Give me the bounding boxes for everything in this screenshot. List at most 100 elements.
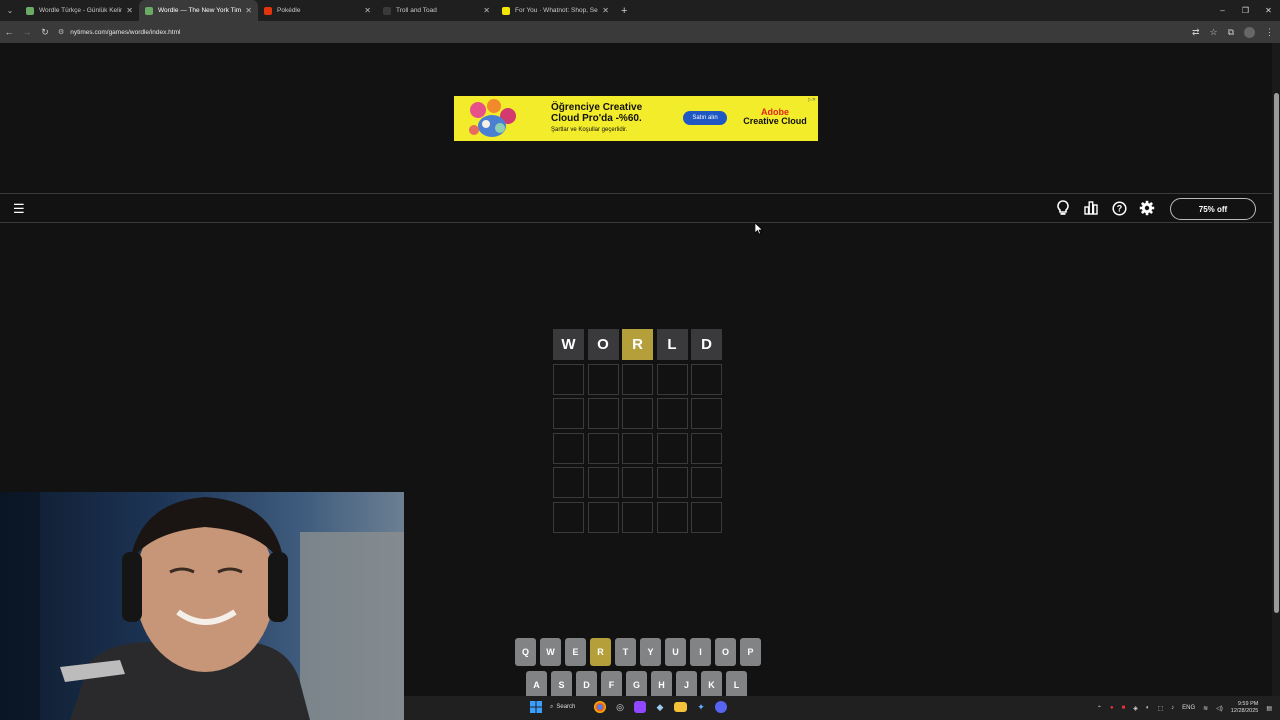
forward-icon[interactable]: → bbox=[18, 27, 36, 37]
browser-tab[interactable]: Troll and Toad ✕ bbox=[377, 0, 496, 21]
site-info-icon[interactable]: ⚙ bbox=[58, 28, 64, 36]
bookmark-star-icon[interactable]: ☆ bbox=[1209, 27, 1217, 38]
tray-overflow-icon[interactable]: ⌃ bbox=[1097, 705, 1102, 712]
tray-app-icon[interactable]: ◈ bbox=[1133, 705, 1138, 712]
new-tab-icon[interactable]: + bbox=[621, 5, 627, 17]
key-j[interactable]: J bbox=[676, 671, 697, 699]
board-tile bbox=[587, 398, 619, 429]
browser-tab[interactable]: For You · Whatnot: Shop, Sell, C ✕ bbox=[496, 0, 615, 21]
key-w[interactable]: W bbox=[540, 638, 561, 666]
tray-app-icon[interactable]: ◐ bbox=[1146, 705, 1150, 711]
key-u[interactable]: U bbox=[665, 638, 686, 666]
discord-icon[interactable] bbox=[715, 701, 727, 713]
key-k[interactable]: K bbox=[701, 671, 722, 699]
app-icon[interactable]: ✦ bbox=[693, 699, 709, 715]
clock[interactable]: 9:59 PM 12/28/2025 bbox=[1231, 701, 1259, 715]
tab-close-icon[interactable]: ✕ bbox=[364, 6, 371, 15]
key-q[interactable]: Q bbox=[515, 638, 536, 666]
microphone-icon[interactable]: ♪ bbox=[1171, 705, 1174, 711]
key-y[interactable]: Y bbox=[640, 638, 661, 666]
tab-close-icon[interactable]: ✕ bbox=[483, 6, 490, 15]
board-tile bbox=[691, 467, 722, 498]
ad-headline: Öğrenciye Creative Cloud Pro'da -%60. bbox=[551, 102, 643, 124]
tray-app-icon[interactable]: ● bbox=[1110, 705, 1114, 711]
board-tile bbox=[553, 363, 584, 395]
key-l[interactable]: L bbox=[726, 671, 747, 699]
webcam-overlay bbox=[0, 492, 404, 720]
game-board: WORLD bbox=[553, 329, 722, 533]
browser-tab[interactable]: Pokédle ✕ bbox=[258, 0, 377, 21]
key-r[interactable]: R bbox=[590, 638, 611, 666]
tab-close-icon[interactable]: ✕ bbox=[602, 6, 609, 15]
language-indicator[interactable]: ENG bbox=[1182, 705, 1195, 711]
menu-kebab-icon[interactable]: ⋮ bbox=[1265, 27, 1274, 38]
key-i[interactable]: I bbox=[690, 638, 711, 666]
header-icons: ? bbox=[1054, 199, 1156, 217]
key-p[interactable]: P bbox=[740, 638, 761, 666]
tab-search-icon[interactable]: ⌄ bbox=[0, 0, 20, 21]
profile-avatar[interactable] bbox=[1244, 26, 1255, 38]
reload-icon[interactable]: ↻ bbox=[36, 27, 54, 38]
chrome-icon[interactable] bbox=[594, 701, 606, 713]
tray-app-icon[interactable]: ■ bbox=[1122, 705, 1126, 711]
lightbulb-icon[interactable] bbox=[1054, 199, 1072, 217]
translate-icon[interactable]: ⇄ bbox=[1192, 27, 1200, 38]
key-e[interactable]: E bbox=[565, 638, 586, 666]
subscribe-offer-button[interactable]: 75% off bbox=[1170, 198, 1256, 220]
board-tile bbox=[691, 363, 722, 395]
key-s[interactable]: S bbox=[551, 671, 572, 699]
ad-brand: Adobe Creative Cloud bbox=[740, 108, 810, 126]
page-scrollbar[interactable] bbox=[1272, 43, 1280, 696]
key-d[interactable]: D bbox=[576, 671, 597, 699]
advertisement-banner[interactable]: Öğrenciye Creative Cloud Pro'da -%60. Şa… bbox=[454, 96, 818, 141]
tab-favicon-icon bbox=[264, 6, 272, 15]
tab-title: Wordle — The New York Times bbox=[158, 7, 242, 14]
windows-start-icon[interactable] bbox=[528, 699, 544, 715]
browser-tab[interactable]: Wordle Türkçe - Günlük Kelime ✕ bbox=[20, 0, 139, 21]
tab-title: Wordle Türkçe - Günlük Kelime bbox=[39, 7, 123, 14]
keyboard-row-2: ASDFGHJKL bbox=[526, 671, 747, 699]
extensions-icon[interactable]: ⧉ bbox=[1228, 27, 1234, 38]
board-tile: L bbox=[656, 329, 688, 360]
file-explorer-icon[interactable] bbox=[674, 702, 687, 712]
hamburger-menu-icon[interactable]: ☰ bbox=[13, 201, 25, 217]
stats-icon[interactable] bbox=[1082, 199, 1100, 217]
taskbar-search[interactable]: ⌕ Search bbox=[550, 699, 588, 715]
scrollbar-thumb[interactable] bbox=[1274, 93, 1279, 613]
key-o[interactable]: O bbox=[715, 638, 736, 666]
ad-choices-icon[interactable]: ▷✕ bbox=[808, 97, 816, 103]
ad-brand-bottom: Creative Cloud bbox=[743, 116, 807, 126]
twitch-icon[interactable] bbox=[634, 701, 646, 713]
back-icon[interactable]: ← bbox=[0, 27, 18, 37]
tray-app-icon[interactable]: ⬚ bbox=[1157, 705, 1163, 712]
close-window-icon[interactable]: ✕ bbox=[1257, 0, 1280, 21]
tab-close-icon[interactable]: ✕ bbox=[126, 6, 133, 15]
browser-tab[interactable]: Wordle — The New York Times ✕ bbox=[139, 0, 258, 21]
url-field[interactable]: ⚙ nytimes.com/games/wordle/index.html bbox=[58, 28, 180, 37]
game-header: ☰ ? 75% off bbox=[0, 193, 1272, 223]
key-t[interactable]: T bbox=[615, 638, 636, 666]
settings-icon[interactable] bbox=[1138, 199, 1156, 217]
board-tile bbox=[656, 398, 688, 429]
restore-icon[interactable]: ❐ bbox=[1234, 0, 1257, 21]
tab-close-icon[interactable]: ✕ bbox=[245, 6, 252, 15]
ad-buy-button[interactable]: Satın alın bbox=[683, 111, 727, 125]
key-h[interactable]: H bbox=[651, 671, 672, 699]
volume-icon[interactable]: ◁) bbox=[1216, 705, 1223, 712]
wifi-icon[interactable]: ≋ bbox=[1203, 705, 1208, 712]
key-a[interactable]: A bbox=[526, 671, 547, 699]
board-tile bbox=[587, 363, 619, 395]
board-tile: R bbox=[622, 329, 653, 360]
minimize-icon[interactable]: – bbox=[1211, 0, 1234, 21]
key-f[interactable]: F bbox=[601, 671, 622, 699]
obs-icon[interactable]: ◎ bbox=[612, 699, 628, 715]
board-tile bbox=[656, 363, 688, 395]
key-g[interactable]: G bbox=[626, 671, 647, 699]
help-icon[interactable]: ? bbox=[1110, 199, 1128, 217]
board-tile: D bbox=[691, 329, 722, 360]
tab-favicon-icon bbox=[26, 6, 34, 15]
tab-strip: Wordle Türkçe - Günlük Kelime ✕ Wordle — T… bbox=[20, 0, 615, 21]
notification-icon[interactable]: ▤ bbox=[1266, 705, 1272, 712]
steam-icon[interactable]: ◆ bbox=[652, 699, 668, 715]
board-tile bbox=[553, 432, 584, 464]
